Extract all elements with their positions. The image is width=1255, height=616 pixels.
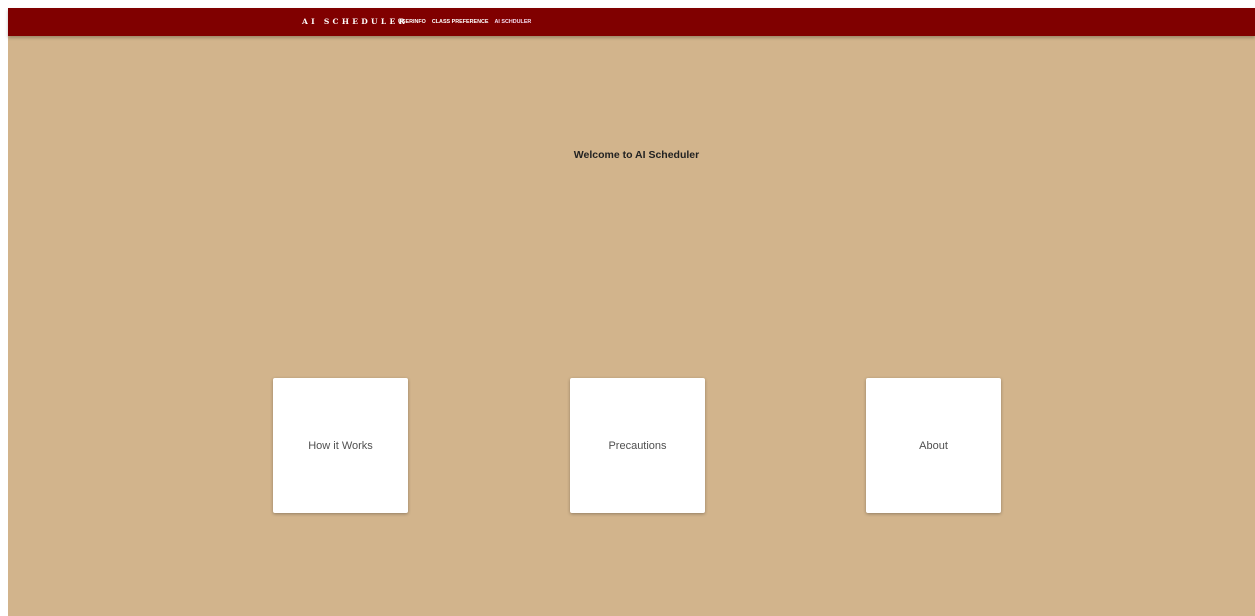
card-label: About xyxy=(919,439,948,452)
nav-link-class-preference[interactable]: CLASS PREFERENCE xyxy=(432,19,489,25)
card-label: Precautions xyxy=(608,439,667,452)
how-it-works-card[interactable]: How it Works xyxy=(273,378,408,513)
precautions-card[interactable]: Precautions xyxy=(570,378,705,513)
top-navbar: AI SCHEDULER USERINFO CLASS PREFERENCE A… xyxy=(8,8,1255,36)
nav-links: USERINFO CLASS PREFERENCE AI SCHDULER xyxy=(398,8,537,36)
about-card[interactable]: About xyxy=(866,378,1001,513)
page-frame: AI SCHEDULER USERINFO CLASS PREFERENCE A… xyxy=(8,8,1255,616)
brand-logo[interactable]: AI SCHEDULER xyxy=(302,8,408,36)
nav-link-ai-scheduler[interactable]: AI SCHDULER xyxy=(494,19,531,25)
nav-link-userinfo[interactable]: USERINFO xyxy=(398,19,426,25)
welcome-heading: Welcome to AI Scheduler xyxy=(573,149,700,161)
card-label: How it Works xyxy=(308,439,373,452)
